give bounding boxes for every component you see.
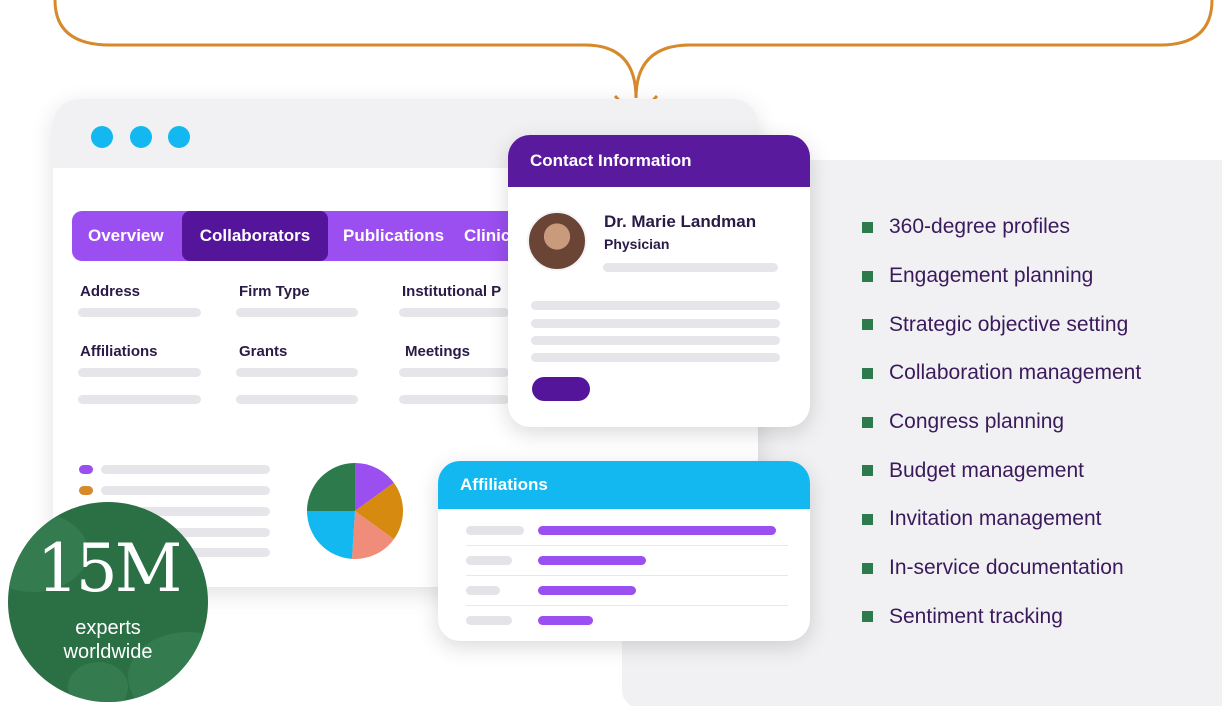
field-label-address: Address	[80, 283, 141, 300]
tab-collaborators[interactable]: Collaborators	[182, 211, 328, 261]
field-label-firm-type: Firm Type	[239, 283, 310, 300]
placeholder-bar	[399, 308, 509, 317]
placeholder-bar	[399, 368, 509, 377]
placeholder-bar	[466, 616, 512, 625]
feature-item: Engagement planning	[862, 252, 1141, 301]
stat-caption: experts worldwide	[63, 617, 153, 663]
avatar	[527, 211, 587, 271]
placeholder-bar	[531, 353, 780, 362]
affiliation-bar	[538, 586, 636, 595]
placeholder-bar	[236, 368, 358, 377]
feature-list: 360-degree profiles Engagement planning …	[862, 203, 1141, 641]
placeholder-bar	[399, 395, 509, 404]
square-bullet-icon	[862, 319, 873, 331]
contact-role: Physician	[604, 236, 670, 252]
feature-item: Sentiment tracking	[862, 593, 1141, 642]
placeholder-bar	[466, 586, 500, 595]
tab-overview[interactable]: Overview	[88, 211, 164, 261]
window-dot-icon[interactable]	[168, 126, 190, 148]
feature-item: Strategic objective setting	[862, 300, 1141, 349]
square-bullet-icon	[862, 416, 873, 428]
field-label-meetings: Meetings	[405, 343, 471, 360]
affiliations-card: Affiliations	[438, 461, 810, 641]
feature-item: 360-degree profiles	[862, 203, 1141, 252]
affiliation-bar	[538, 556, 646, 565]
legend-swatch	[79, 486, 93, 495]
affiliations-card-title: Affiliations	[438, 461, 810, 509]
placeholder-bar	[236, 395, 358, 404]
list-item	[466, 606, 788, 636]
placeholder-bar	[603, 263, 778, 272]
contact-card: Contact Information Dr. Marie Landman Ph…	[508, 135, 810, 427]
placeholder-bar	[236, 308, 358, 317]
square-bullet-icon	[862, 270, 873, 282]
experts-badge: 15M experts worldwide	[8, 502, 208, 702]
square-bullet-icon	[862, 367, 873, 379]
stat-number: 15M	[36, 530, 183, 607]
placeholder-bar	[531, 336, 780, 345]
placeholder-bar	[78, 308, 201, 317]
list-item	[466, 576, 788, 606]
contact-name: Dr. Marie Landman	[604, 212, 757, 231]
field-label-grants: Grants	[239, 343, 288, 360]
affiliation-bar	[538, 616, 593, 625]
list-item	[466, 546, 788, 576]
placeholder-bar	[78, 368, 201, 377]
feature-item: Congress planning	[862, 398, 1141, 447]
tab-clinic[interactable]: Clinic	[464, 211, 510, 261]
globe-land-icon	[68, 662, 128, 702]
affiliation-bar	[538, 526, 776, 535]
square-bullet-icon	[862, 611, 873, 623]
window-dot-icon[interactable]	[130, 126, 152, 148]
square-bullet-icon	[862, 221, 873, 233]
legend-swatch	[79, 465, 93, 474]
placeholder-bar	[78, 395, 201, 404]
feature-item: Invitation management	[862, 495, 1141, 544]
square-bullet-icon	[862, 465, 873, 477]
tab-publications[interactable]: Publications	[343, 211, 444, 261]
feature-item: Budget management	[862, 446, 1141, 495]
window-dot-icon[interactable]	[91, 126, 113, 148]
placeholder-bar	[531, 319, 780, 328]
pie-slice	[307, 511, 355, 559]
legend-bar	[101, 465, 270, 474]
legend-bar	[101, 486, 270, 495]
list-item	[466, 516, 788, 546]
square-bullet-icon	[862, 562, 873, 574]
placeholder-bar	[466, 526, 524, 535]
field-label-affiliations: Affiliations	[80, 343, 158, 360]
pie-slice	[307, 463, 355, 511]
profile-tabs: Overview Collaborators Publications Clin…	[72, 211, 532, 261]
feature-item: In-service documentation	[862, 544, 1141, 593]
contact-action-button[interactable]	[532, 377, 590, 401]
square-bullet-icon	[862, 513, 873, 525]
field-label-institutional: Institutional P	[402, 283, 502, 300]
contact-card-title: Contact Information	[508, 135, 810, 187]
feature-item: Collaboration management	[862, 349, 1141, 398]
placeholder-bar	[531, 301, 780, 310]
placeholder-bar	[466, 556, 512, 565]
pie-chart	[307, 463, 403, 559]
